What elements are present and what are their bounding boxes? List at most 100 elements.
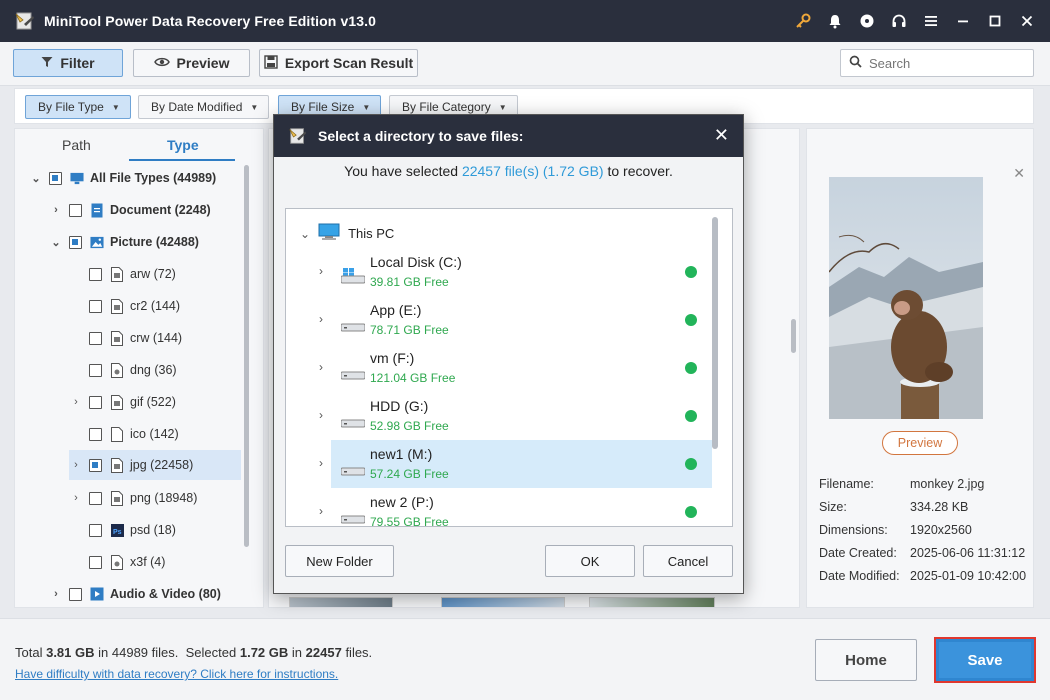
- tree-scrollbar[interactable]: [244, 165, 249, 547]
- chevron-down-icon[interactable]: ⌄: [29, 172, 43, 185]
- tree-item-crw[interactable]: crw (144): [89, 326, 182, 350]
- tree-item-document[interactable]: › Document (2248): [49, 198, 211, 222]
- svg-text:Ps: Ps: [113, 529, 122, 536]
- filter-button[interactable]: Filter: [13, 49, 123, 77]
- checkbox[interactable]: [89, 427, 102, 441]
- headset-icon[interactable]: [890, 12, 908, 30]
- tree-item-ico[interactable]: ico (142): [89, 422, 179, 446]
- checkbox[interactable]: [49, 171, 62, 185]
- file-icon: [110, 266, 124, 282]
- list-scrollbar[interactable]: [791, 319, 796, 353]
- tree-item-jpg[interactable]: › jpg (22458): [69, 450, 241, 480]
- thumbnail[interactable]: [589, 597, 715, 607]
- tree-item-audio-video[interactable]: › Audio & Video (80): [49, 582, 221, 606]
- tree-item-cr2[interactable]: cr2 (144): [89, 294, 180, 318]
- drive-list-scrollbar[interactable]: [712, 217, 718, 449]
- toolbar: Filter Preview Export Scan Result: [0, 42, 1050, 86]
- maximize-icon[interactable]: [986, 12, 1004, 30]
- in-label: in: [98, 645, 109, 660]
- export-scan-result-button[interactable]: Export Scan Result: [259, 49, 418, 77]
- chevron-right-icon[interactable]: ›: [319, 312, 323, 326]
- this-pc-node[interactable]: ⌄ This PC: [300, 223, 394, 244]
- drive-free: 39.81 GB Free: [370, 275, 449, 289]
- checkbox[interactable]: [89, 491, 102, 505]
- search-input[interactable]: [869, 55, 1019, 71]
- chevron-right-icon[interactable]: ›: [49, 588, 63, 600]
- info-row-size: Size: 334.28 KB: [819, 500, 968, 514]
- bell-icon[interactable]: [826, 12, 844, 30]
- dialog-message: You have selected 22457 file(s) (1.72 GB…: [274, 163, 743, 179]
- tree-item-x3f[interactable]: x3f (4): [89, 550, 165, 574]
- checkbox[interactable]: [89, 395, 102, 409]
- by-file-type-dropdown[interactable]: By File Type ▼: [25, 95, 131, 119]
- help-link[interactable]: Have difficulty with data recovery? Clic…: [15, 667, 338, 681]
- drive-e[interactable]: › App (E:) 78.71 GB Free: [319, 296, 712, 344]
- dialog-close-icon[interactable]: ✕: [714, 125, 729, 145]
- file-icon: [110, 490, 124, 506]
- checkbox[interactable]: [89, 363, 102, 377]
- close-preview-icon[interactable]: ✕: [1013, 165, 1025, 182]
- menu-icon[interactable]: [922, 12, 940, 30]
- tree-item-label: crw (144): [130, 331, 183, 345]
- tab-path[interactable]: Path: [62, 137, 91, 153]
- checkbox[interactable]: [69, 203, 82, 217]
- drive-f[interactable]: › vm (F:) 121.04 GB Free: [319, 344, 712, 392]
- checkbox[interactable]: [89, 331, 102, 345]
- search-box[interactable]: [840, 49, 1034, 77]
- drive-c[interactable]: › Local Disk (C:) 39.81 GB Free: [319, 248, 712, 296]
- chevron-right-icon[interactable]: ›: [319, 264, 323, 278]
- checkbox[interactable]: [69, 235, 82, 249]
- new-folder-button[interactable]: New Folder: [285, 545, 394, 577]
- info-value: 1920x2560: [910, 523, 972, 537]
- tree-item-arw[interactable]: arw (72): [89, 262, 176, 286]
- preview-button[interactable]: Preview: [882, 431, 958, 455]
- chevron-right-icon[interactable]: ›: [69, 459, 83, 471]
- thumbnail[interactable]: [289, 597, 393, 607]
- preview-toolbar-button[interactable]: Preview: [133, 49, 250, 77]
- info-row-date-created: Date Created: 2025-06-06 11:31:12: [819, 546, 1025, 560]
- chevron-right-icon[interactable]: ›: [69, 492, 83, 504]
- drive-p[interactable]: › new 2 (P:) 79.55 GB Free: [319, 488, 712, 526]
- tab-type[interactable]: Type: [167, 137, 199, 153]
- minimize-icon[interactable]: [954, 12, 972, 30]
- chevron-right-icon[interactable]: ›: [319, 360, 323, 374]
- tree-item-gif[interactable]: › gif (522): [69, 390, 176, 414]
- file-type-panel: Path Type ⌄ All File Types (44989) › Doc…: [14, 128, 264, 608]
- disc-icon[interactable]: [858, 12, 876, 30]
- drive-g[interactable]: › HDD (G:) 52.98 GB Free: [319, 392, 712, 440]
- thumbnail[interactable]: [441, 597, 565, 607]
- chevron-right-icon[interactable]: ›: [69, 396, 83, 408]
- cancel-button[interactable]: Cancel: [643, 545, 733, 577]
- chevron-down-icon[interactable]: ⌄: [49, 236, 63, 249]
- tree-item-png[interactable]: › png (18948): [69, 486, 197, 510]
- tree-item-picture[interactable]: ⌄ Picture (42488): [49, 230, 199, 254]
- checkbox[interactable]: [89, 523, 102, 537]
- drive-m[interactable]: › new1 (M:) 57.24 GB Free: [319, 440, 712, 488]
- by-date-modified-dropdown[interactable]: By Date Modified ▼: [138, 95, 270, 119]
- tree-item-psd[interactable]: Ps psd (18): [89, 518, 176, 542]
- chevron-right-icon[interactable]: ›: [319, 456, 323, 470]
- tree-item-all-file-types[interactable]: ⌄ All File Types (44989): [29, 166, 216, 190]
- checkbox[interactable]: [89, 299, 102, 313]
- info-row-filename: Filename: monkey 2.jpg: [819, 477, 984, 491]
- total-size: 3.81 GB: [46, 645, 95, 660]
- chevron-down-icon[interactable]: ⌄: [300, 227, 310, 241]
- checkbox[interactable]: [89, 267, 102, 281]
- info-value: 2025-06-06 11:31:12: [910, 546, 1026, 560]
- chevron-right-icon[interactable]: ›: [49, 204, 63, 216]
- tree-item-dng[interactable]: dng (36): [89, 358, 177, 382]
- checkbox[interactable]: [89, 458, 102, 472]
- save-button[interactable]: Save: [934, 637, 1036, 683]
- picture-icon: [90, 234, 104, 250]
- chevron-right-icon[interactable]: ›: [319, 408, 323, 422]
- ok-button[interactable]: OK: [545, 545, 635, 577]
- key-icon[interactable]: [794, 12, 812, 30]
- windows-drive-icon: [340, 268, 366, 284]
- close-icon[interactable]: [1018, 12, 1036, 30]
- checkbox[interactable]: [89, 555, 102, 569]
- checkbox[interactable]: [69, 587, 82, 601]
- drive-icon: [340, 460, 366, 476]
- document-icon: [90, 202, 104, 218]
- home-button[interactable]: Home: [815, 639, 917, 681]
- chevron-right-icon[interactable]: ›: [319, 504, 323, 518]
